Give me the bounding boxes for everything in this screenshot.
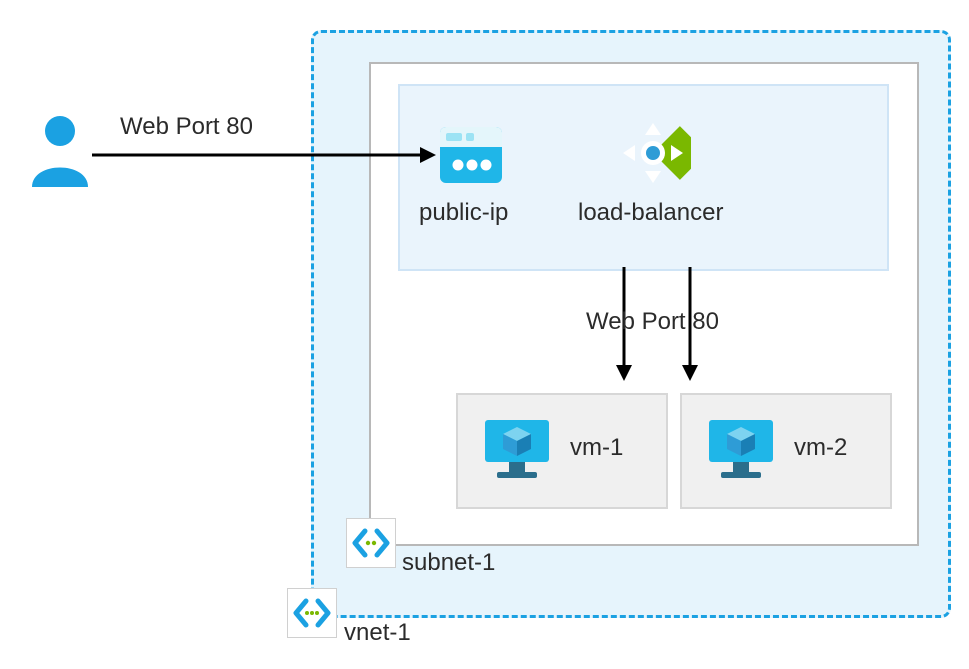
load-balancer-icon — [615, 115, 691, 191]
arrow-top-label: Web Port 80 — [120, 113, 253, 142]
vm1-icon — [483, 418, 551, 480]
vnet-label: vnet-1 — [344, 619, 411, 648]
arrow-user-to-publicip — [92, 145, 436, 165]
subnet-icon — [346, 518, 396, 568]
vm2-label: vm-2 — [794, 434, 847, 463]
vm1-label: vm-1 — [570, 434, 623, 463]
diagram-canvas: Web Port 80 public-ip load-balancer — [0, 0, 969, 669]
vm2-icon — [707, 418, 775, 480]
load-balancer-label: load-balancer — [578, 199, 723, 228]
arrow-mid-label: Web Port 80 — [586, 308, 719, 337]
public-ip-label: public-ip — [419, 199, 508, 228]
subnet-label: subnet-1 — [402, 549, 495, 578]
vnet-icon — [287, 588, 337, 638]
user-icon — [28, 113, 92, 187]
public-ip-icon — [440, 127, 502, 183]
